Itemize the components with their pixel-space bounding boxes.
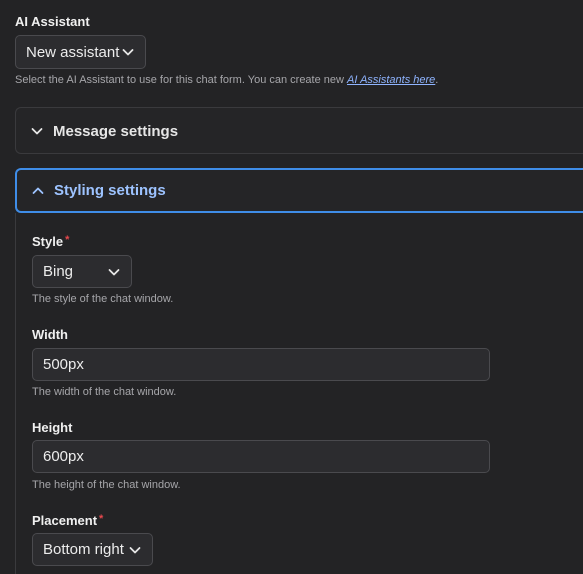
- styling-settings-panel: Styling settings: [15, 168, 583, 213]
- placement-select-value: Bottom right: [43, 541, 124, 558]
- ai-assistants-link[interactable]: AI Assistants here: [347, 74, 435, 86]
- style-select-value: Bing: [43, 263, 74, 280]
- ai-assistant-help-suffix: .: [435, 74, 439, 86]
- ai-assistant-help: Select the AI Assistant to use for this …: [15, 74, 438, 86]
- placement-label: Placement *: [32, 513, 103, 528]
- chevron-down-icon: [122, 49, 134, 56]
- ai-assistant-help-text: Select the AI Assistant to use for this …: [15, 74, 348, 86]
- style-select[interactable]: Bing: [32, 255, 132, 288]
- style-help: The style of the chat window.: [32, 293, 174, 305]
- placement-select[interactable]: Bottom right: [32, 533, 153, 566]
- styling-settings-title: Styling settings: [54, 182, 166, 199]
- height-help: The height of the chat window.: [32, 479, 181, 491]
- message-settings-title: Message settings: [53, 122, 179, 140]
- style-label-text: Style: [32, 234, 64, 249]
- style-label: Style *: [32, 234, 69, 249]
- ai-assistant-select[interactable]: New assistant: [15, 35, 146, 69]
- chat-form-settings: AI Assistant New assistant Select the AI…: [0, 0, 583, 574]
- height-input[interactable]: [32, 440, 490, 473]
- placement-label-text: Placement: [32, 513, 98, 528]
- height-label: Height: [32, 420, 73, 435]
- chevron-down-icon: [129, 546, 141, 553]
- width-input[interactable]: [32, 348, 490, 381]
- width-help: The width of the chat window.: [32, 386, 177, 398]
- chevron-down-icon: [31, 128, 43, 135]
- styling-settings-header[interactable]: Styling settings: [17, 170, 583, 211]
- styling-settings-body: [15, 213, 16, 574]
- message-settings-header[interactable]: Message settings: [16, 108, 583, 154]
- width-label: Width: [32, 327, 68, 342]
- ai-assistant-select-value: New assistant: [26, 43, 120, 61]
- required-mark: *: [99, 513, 104, 525]
- chevron-up-icon: [32, 187, 44, 194]
- ai-assistant-label: AI Assistant: [15, 14, 90, 29]
- required-mark: *: [65, 234, 70, 246]
- chevron-down-icon: [108, 268, 120, 275]
- message-settings-panel: Message settings: [15, 107, 583, 154]
